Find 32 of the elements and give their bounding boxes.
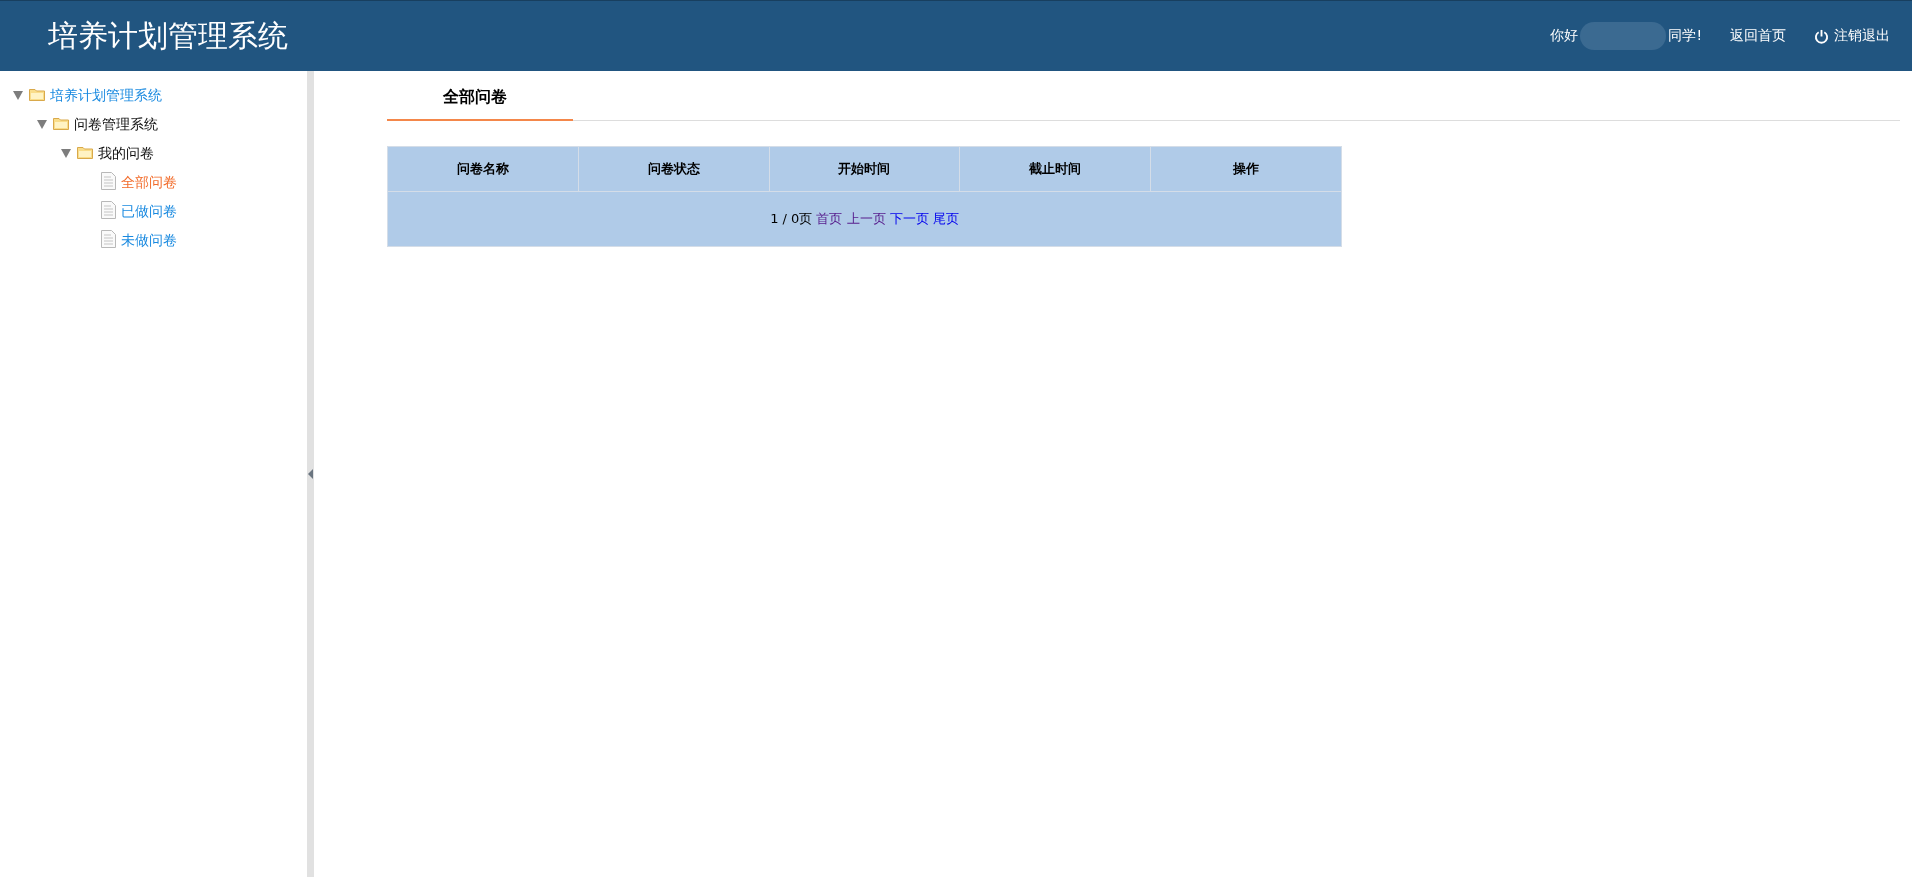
tree-item[interactable]: 培养计划管理系统	[50, 86, 162, 105]
pager-link[interactable]: 下一页	[889, 211, 929, 226]
pager-link[interactable]: 首页	[816, 211, 843, 226]
app-title: 培养计划管理系统	[48, 16, 289, 55]
collapse-arrow-icon[interactable]	[308, 469, 313, 479]
tree-item[interactable]: 未做问卷	[121, 231, 177, 250]
tree-item[interactable]: 我的问卷	[98, 144, 154, 163]
expanded-triangle-icon[interactable]	[61, 149, 71, 158]
tree-item[interactable]: 问卷管理系统	[74, 115, 158, 134]
folder-icon	[77, 145, 93, 159]
logout-link[interactable]: 注销退出	[1834, 27, 1890, 45]
home-link[interactable]: 返回首页	[1730, 27, 1786, 45]
expanded-triangle-icon[interactable]	[37, 120, 47, 129]
greeting-text: 同学!	[1668, 27, 1702, 45]
page-status: 1 / 0页	[770, 211, 813, 226]
folder-icon	[53, 116, 69, 130]
column-header: 问卷状态	[578, 146, 770, 192]
document-icon	[101, 201, 116, 219]
pager-link[interactable]: 上一页	[846, 211, 886, 226]
column-header: 问卷名称	[387, 146, 579, 192]
expanded-triangle-icon[interactable]	[13, 91, 23, 100]
greeting-text: 你好	[1550, 27, 1579, 45]
folder-icon	[29, 87, 45, 101]
tree-item[interactable]: 已做问卷	[121, 202, 177, 221]
column-header: 开始时间	[769, 146, 960, 192]
column-header: 操作	[1150, 146, 1342, 192]
pager-link[interactable]: 尾页	[932, 211, 959, 226]
power-icon	[1814, 28, 1829, 44]
column-header: 截止时间	[959, 146, 1151, 192]
all-surveys-tab[interactable]: 全部问卷	[387, 87, 573, 121]
document-icon	[101, 230, 116, 248]
document-icon	[101, 172, 116, 190]
